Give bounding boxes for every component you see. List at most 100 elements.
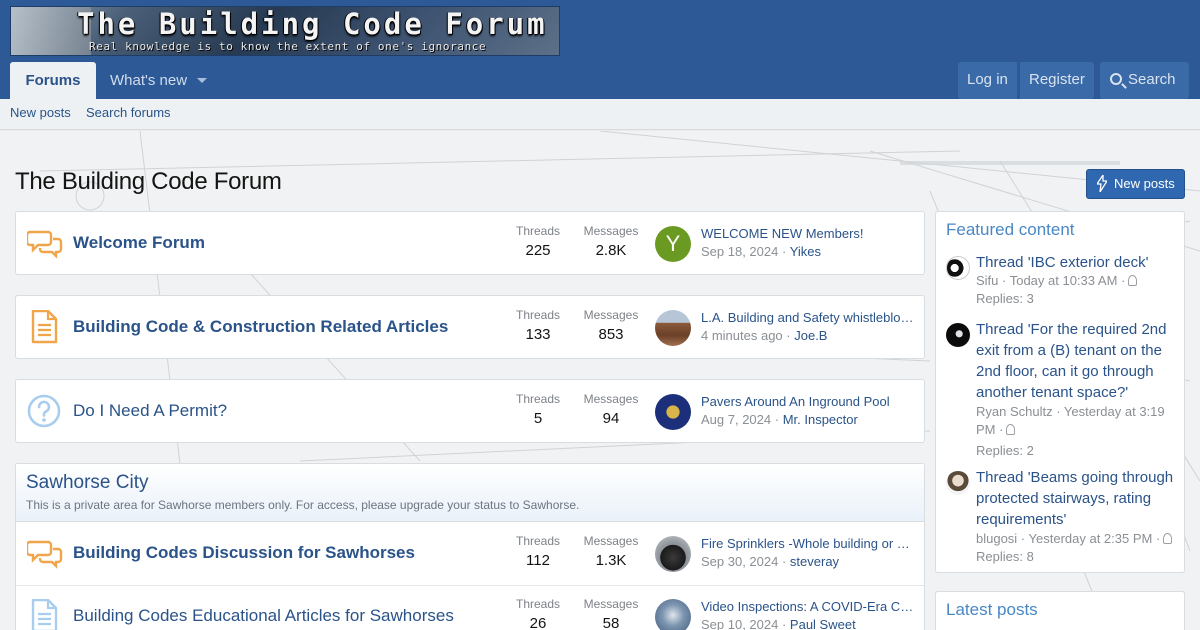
- threads-label: Threads: [515, 597, 561, 611]
- category-header: Sawhorse City This is a private area for…: [16, 464, 924, 522]
- forum-node-sawhorse-articles[interactable]: Building Codes Educational Articles for …: [16, 585, 924, 630]
- bolt-icon: [1097, 175, 1107, 192]
- category-card: Sawhorse City This is a private area for…: [15, 463, 925, 630]
- threads-label: Threads: [515, 308, 561, 322]
- featured-replies: Replies: 3: [976, 291, 1034, 306]
- forum-title[interactable]: Building Codes Educational Articles for …: [73, 585, 454, 630]
- question-circle-icon: [27, 394, 61, 428]
- featured-replies: Replies: 8: [976, 549, 1034, 564]
- chat-bubbles-icon: [27, 230, 63, 259]
- search-icon: [1110, 73, 1122, 85]
- messages-count: 853: [598, 326, 624, 343]
- featured-meta: blugosi · Yesterday at 2:35 PM ·: [976, 530, 1181, 548]
- category-title[interactable]: Sawhorse City: [26, 472, 149, 494]
- tab-whats-new[interactable]: What's new: [110, 62, 187, 99]
- register-button[interactable]: Register: [1019, 62, 1094, 99]
- threads-count: 225: [525, 242, 551, 259]
- last-post-meta: Sep 10, 2024 · Paul Sweet: [701, 617, 856, 630]
- forum-node-welcome[interactable]: Welcome Forum Threads 225 Messages 2.8K …: [16, 212, 924, 274]
- last-post-date[interactable]: Sep 18, 2024: [701, 244, 778, 259]
- latest-posts-block: Latest posts: [935, 591, 1185, 630]
- threads-label: Threads: [515, 392, 561, 406]
- avatar[interactable]: [946, 323, 970, 347]
- search-label: Search: [1128, 71, 1176, 88]
- threads-count: 133: [525, 326, 551, 343]
- forum-node-articles[interactable]: Building Code & Construction Related Art…: [16, 296, 924, 358]
- threads-label: Threads: [515, 534, 561, 548]
- last-post-title[interactable]: Pavers Around An Inground Pool: [701, 394, 916, 409]
- last-post-date[interactable]: 4 minutes ago: [701, 328, 783, 343]
- award-icon: [1163, 533, 1173, 544]
- logo-title: The Building Code Forum: [77, 7, 548, 41]
- threads-label: Threads: [515, 224, 561, 238]
- messages-count: 94: [602, 410, 620, 427]
- messages-label: Messages: [583, 392, 639, 406]
- avatar[interactable]: [655, 310, 691, 346]
- forum-title[interactable]: Welcome Forum: [73, 212, 205, 274]
- featured-title[interactable]: Thread 'IBC exterior deck': [976, 252, 1176, 273]
- featured-content-title[interactable]: Featured content: [936, 212, 1184, 244]
- featured-meta-text: blugosi · Yesterday at 2:35 PM ·: [976, 531, 1161, 546]
- featured-replies: Replies: 2: [976, 443, 1034, 458]
- last-post-user[interactable]: Mr. Inspector: [783, 412, 858, 427]
- new-posts-button-label: New posts: [1114, 176, 1175, 191]
- featured-item: Thread 'For the required 2nd exit from a…: [936, 319, 1184, 459]
- latest-posts-title[interactable]: Latest posts: [936, 592, 1184, 624]
- last-post-user[interactable]: Joe.B: [794, 328, 827, 343]
- messages-count: 58: [602, 615, 620, 630]
- forum-title[interactable]: Do I Need A Permit?: [73, 380, 227, 442]
- site-logo[interactable]: The Building Code Forum Real knowledge i…: [10, 6, 560, 56]
- document-icon: [31, 310, 58, 344]
- avatar[interactable]: [946, 256, 970, 280]
- tab-forums[interactable]: Forums: [10, 62, 96, 99]
- messages-label: Messages: [583, 597, 639, 611]
- last-post-date[interactable]: Sep 10, 2024: [701, 617, 778, 630]
- avatar[interactable]: [655, 536, 691, 572]
- site-header: The Building Code Forum Real knowledge i…: [0, 0, 1200, 62]
- logo-tagline: Real knowledge is to know the extent of …: [89, 40, 487, 53]
- login-button[interactable]: Log in: [958, 62, 1017, 99]
- last-post-meta: 4 minutes ago · Joe.B: [701, 328, 828, 343]
- featured-title[interactable]: Thread 'Beams going through protected st…: [976, 467, 1176, 530]
- forum-title[interactable]: Building Code & Construction Related Art…: [73, 296, 448, 358]
- page-title: The Building Code Forum: [15, 168, 282, 195]
- last-post-user[interactable]: Paul Sweet: [790, 617, 856, 630]
- forum-card: Building Code & Construction Related Art…: [15, 295, 925, 359]
- last-post-meta: Sep 30, 2024 · steveray: [701, 554, 840, 569]
- messages-count: 1.3K: [595, 552, 627, 569]
- featured-meta-text: Ryan Schultz · Yesterday at 3:19 PM ·: [976, 404, 1165, 437]
- subnav-search-forums[interactable]: Search forums: [86, 99, 171, 126]
- document-icon: [31, 599, 58, 630]
- avatar[interactable]: [946, 471, 970, 495]
- threads-count: 5: [533, 410, 543, 427]
- last-post-title[interactable]: Video Inspections: A COVID-Era Convenien…: [701, 599, 916, 614]
- chevron-down-icon[interactable]: [197, 78, 207, 83]
- main-navbar: Forums What's new Log in Register Search: [0, 62, 1200, 99]
- threads-count: 112: [526, 552, 550, 569]
- featured-meta: Sifu · Today at 10:33 AM ·: [976, 272, 1181, 290]
- last-post-user[interactable]: Yikes: [790, 244, 821, 259]
- messages-label: Messages: [583, 534, 639, 548]
- last-post-date[interactable]: Sep 30, 2024: [701, 554, 778, 569]
- sub-navbar: New posts Search forums: [0, 99, 1200, 130]
- forum-card: Do I Need A Permit? Threads 5 Messages 9…: [15, 379, 925, 443]
- avatar[interactable]: Y: [655, 226, 691, 262]
- featured-title[interactable]: Thread 'For the required 2nd exit from a…: [976, 319, 1176, 403]
- avatar[interactable]: [655, 599, 691, 630]
- last-post-title[interactable]: Fire Sprinklers -Whole building or Parti…: [701, 536, 916, 551]
- subnav-new-posts[interactable]: New posts: [10, 99, 71, 126]
- forum-title[interactable]: Building Codes Discussion for Sawhorses: [73, 522, 415, 584]
- avatar[interactable]: [655, 394, 691, 430]
- last-post-title[interactable]: WELCOME NEW Members!: [701, 226, 916, 241]
- forum-node-permit[interactable]: Do I Need A Permit? Threads 5 Messages 9…: [16, 380, 924, 442]
- threads-count: 26: [529, 615, 547, 630]
- messages-label: Messages: [583, 308, 639, 322]
- last-post-date[interactable]: Aug 7, 2024: [701, 412, 771, 427]
- last-post-user[interactable]: steveray: [790, 554, 839, 569]
- award-icon: [1128, 275, 1138, 286]
- search-button[interactable]: Search: [1100, 62, 1189, 99]
- new-posts-button[interactable]: New posts: [1086, 169, 1185, 199]
- last-post-title[interactable]: L.A. Building and Safety whistleblower..…: [701, 310, 916, 325]
- messages-count: 2.8K: [595, 242, 627, 259]
- forum-node-sawhorse-discussion[interactable]: Building Codes Discussion for Sawhorses …: [16, 522, 924, 584]
